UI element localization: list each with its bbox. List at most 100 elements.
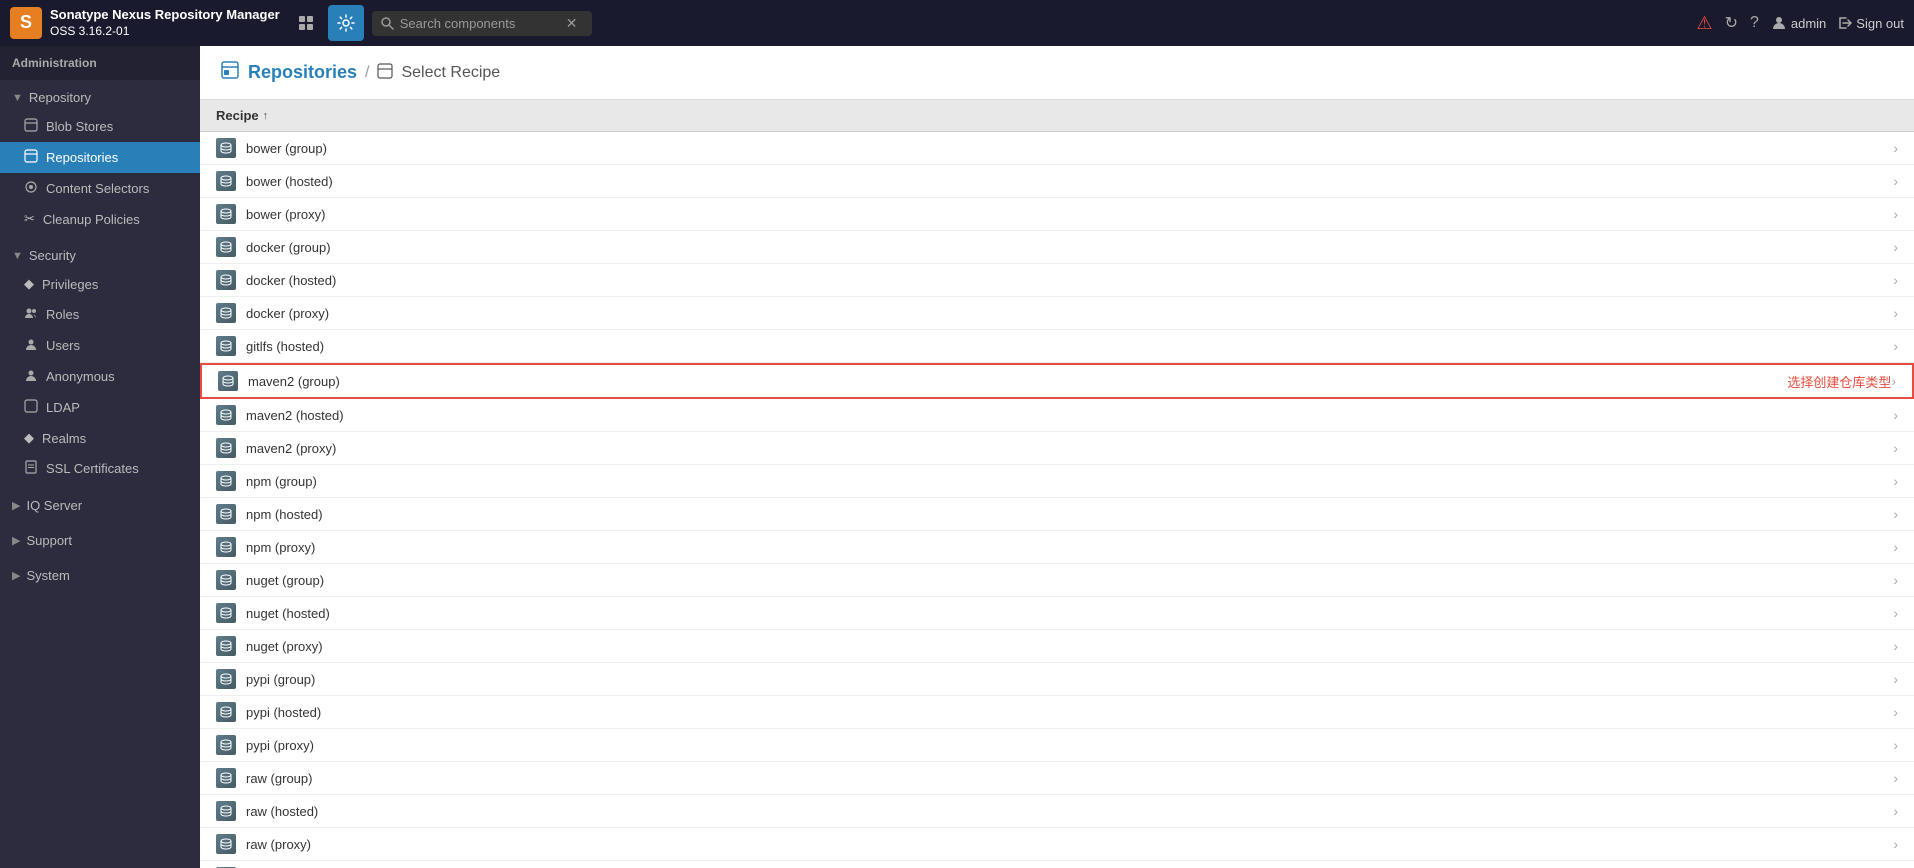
row-db-icon (216, 768, 236, 788)
table-row[interactable]: maven2 (proxy)› (200, 432, 1914, 465)
sidebar-group-security[interactable]: ▼ Security (0, 242, 200, 269)
ldap-icon (24, 399, 38, 416)
chevron-right-icon-support: ▶ (12, 534, 20, 547)
row-chevron-icon: › (1893, 605, 1898, 621)
realms-icon: ◆ (24, 430, 34, 446)
select-recipe-icon (377, 63, 393, 82)
sidebar-item-content-selectors-label: Content Selectors (46, 181, 149, 196)
sidebar-group-support[interactable]: ▶ Support (0, 527, 200, 554)
row-db-icon (216, 735, 236, 755)
table-row[interactable]: docker (hosted)› (200, 264, 1914, 297)
sidebar-item-ssl-certificates[interactable]: SSL Certificates (0, 453, 200, 484)
row-db-icon (216, 138, 236, 158)
row-db-icon (216, 171, 236, 191)
row-recipe-name: nuget (group) (246, 573, 1893, 588)
row-chevron-icon: › (1893, 770, 1898, 786)
table-row[interactable]: docker (group)› (200, 231, 1914, 264)
chevron-down-icon-security: ▼ (12, 250, 23, 262)
row-chevron-icon: › (1893, 704, 1898, 720)
app-logo: S (10, 7, 42, 39)
ssl-certificates-icon (24, 460, 38, 477)
row-annotation: 选择创建仓库类型 (1787, 372, 1891, 391)
signout-button[interactable]: Sign out (1838, 16, 1904, 31)
table-row[interactable]: pypi (hosted)› (200, 696, 1914, 729)
sidebar: Administration ▼ Repository Blob Stores … (0, 46, 200, 868)
user-area[interactable]: admin (1771, 15, 1826, 31)
table-row[interactable]: nuget (group)› (200, 564, 1914, 597)
table-row[interactable]: rubygems (group)› (200, 861, 1914, 868)
table-row[interactable]: raw (hosted)› (200, 795, 1914, 828)
sidebar-item-ssl-certificates-label: SSL Certificates (46, 461, 139, 476)
table-row[interactable]: gitlfs (hosted)› (200, 330, 1914, 363)
table-row[interactable]: pypi (proxy)› (200, 729, 1914, 762)
table-row[interactable]: pypi (group)› (200, 663, 1914, 696)
table-row[interactable]: docker (proxy)› (200, 297, 1914, 330)
table-row[interactable]: raw (group)› (200, 762, 1914, 795)
content-area: Repositories / Select Recipe Recipe ↑ bo… (200, 46, 1914, 868)
table-row[interactable]: npm (group)› (200, 465, 1914, 498)
settings-nav-button[interactable] (328, 5, 364, 41)
sidebar-item-roles[interactable]: Roles (0, 299, 200, 330)
select-recipe-breadcrumb: Select Recipe (401, 64, 500, 82)
row-chevron-icon: › (1893, 836, 1898, 852)
sidebar-item-privileges[interactable]: ◆ Privileges (0, 269, 200, 299)
browse-nav-button[interactable] (288, 5, 324, 41)
row-db-icon (216, 570, 236, 590)
table-row[interactable]: maven2 (hosted)› (200, 399, 1914, 432)
row-db-icon (216, 471, 236, 491)
sidebar-item-anonymous[interactable]: Anonymous (0, 361, 200, 392)
row-recipe-name: raw (group) (246, 771, 1893, 786)
row-chevron-icon: › (1891, 373, 1896, 389)
table-row[interactable]: nuget (hosted)› (200, 597, 1914, 630)
table-row[interactable]: npm (proxy)› (200, 531, 1914, 564)
sidebar-item-ldap[interactable]: LDAP (0, 392, 200, 423)
table-row[interactable]: maven2 (group)选择创建仓库类型› (200, 363, 1914, 399)
table-row[interactable]: npm (hosted)› (200, 498, 1914, 531)
main-layout: Administration ▼ Repository Blob Stores … (0, 46, 1914, 868)
sidebar-group-system[interactable]: ▶ System (0, 562, 200, 589)
row-db-icon (218, 371, 238, 391)
sidebar-group-iq[interactable]: ▶ IQ Server (0, 492, 200, 519)
logo-area: S Sonatype Nexus Repository Manager OSS … (10, 7, 280, 39)
sidebar-group-repository[interactable]: ▼ Repository (0, 84, 200, 111)
row-db-icon (216, 801, 236, 821)
table-row[interactable]: raw (proxy)› (200, 828, 1914, 861)
sidebar-item-roles-label: Roles (46, 307, 79, 322)
chevron-right-icon-iq: ▶ (12, 499, 20, 512)
row-recipe-name: bower (group) (246, 141, 1893, 156)
table-row[interactable]: bower (group)› (200, 132, 1914, 165)
row-chevron-icon: › (1893, 671, 1898, 687)
search-clear-icon[interactable]: ✕ (566, 15, 578, 32)
sidebar-item-privileges-label: Privileges (42, 277, 98, 292)
recipe-table: Recipe ↑ bower (group)›bower (hosted)›bo… (200, 100, 1914, 868)
refresh-icon[interactable]: ↻ (1725, 13, 1738, 33)
sidebar-item-repositories[interactable]: Repositories (0, 142, 200, 173)
privileges-icon: ◆ (24, 276, 34, 292)
row-chevron-icon: › (1893, 338, 1898, 354)
sidebar-item-realms[interactable]: ◆ Realms (0, 423, 200, 453)
row-recipe-name: nuget (proxy) (246, 639, 1893, 654)
row-chevron-icon: › (1893, 539, 1898, 555)
app-title: Sonatype Nexus Repository Manager OSS 3.… (50, 7, 280, 39)
sidebar-item-content-selectors[interactable]: Content Selectors (0, 173, 200, 204)
search-input[interactable] (400, 16, 560, 31)
table-row[interactable]: nuget (proxy)› (200, 630, 1914, 663)
repositories-breadcrumb-link[interactable]: Repositories (248, 62, 357, 83)
sidebar-item-cleanup-policies-label: Cleanup Policies (43, 212, 140, 227)
anonymous-icon (24, 368, 38, 385)
row-recipe-name: docker (group) (246, 240, 1893, 255)
sidebar-section-repository: ▼ Repository Blob Stores Repositories C (0, 80, 200, 238)
table-row[interactable]: bower (proxy)› (200, 198, 1914, 231)
help-icon[interactable]: ? (1750, 14, 1759, 32)
row-db-icon (216, 669, 236, 689)
row-chevron-icon: › (1893, 140, 1898, 156)
row-recipe-name: bower (proxy) (246, 207, 1893, 222)
sidebar-item-cleanup-policies[interactable]: ✂ Cleanup Policies (0, 204, 200, 234)
sidebar-item-blob-stores[interactable]: Blob Stores (0, 111, 200, 142)
sidebar-item-users[interactable]: Users (0, 330, 200, 361)
top-navigation: S Sonatype Nexus Repository Manager OSS … (0, 0, 1914, 46)
sidebar-section-system: ▶ System (0, 558, 200, 593)
table-row[interactable]: bower (hosted)› (200, 165, 1914, 198)
row-chevron-icon: › (1893, 173, 1898, 189)
sidebar-header: Administration (0, 46, 200, 80)
